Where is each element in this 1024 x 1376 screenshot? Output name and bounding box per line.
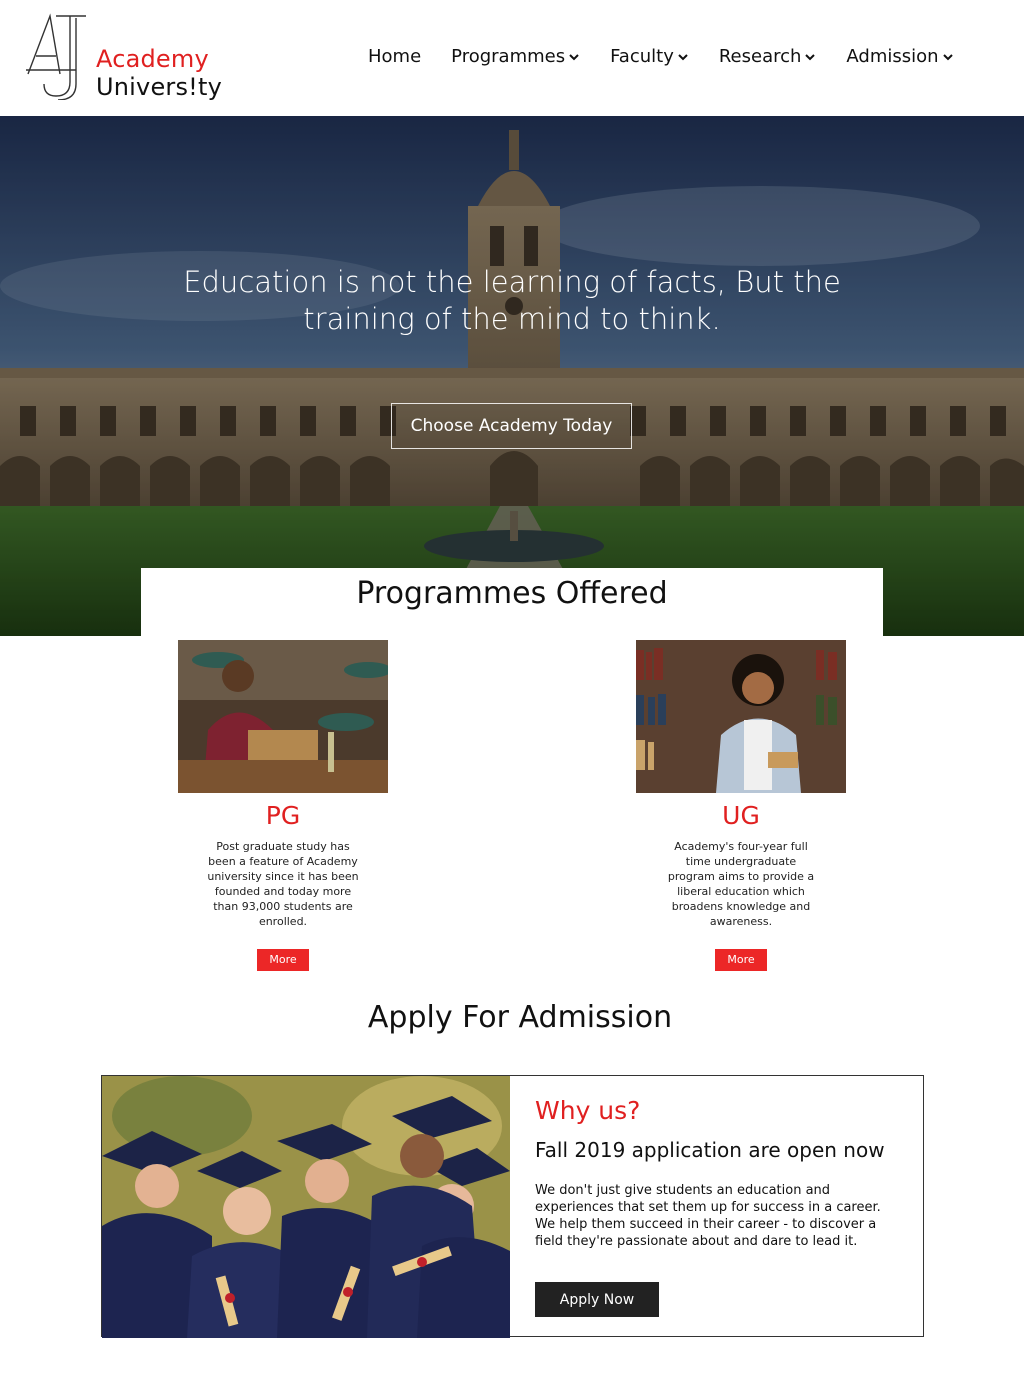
apply-now-button[interactable]: Apply Now <box>535 1282 659 1317</box>
nav-research[interactable]: Research <box>719 46 817 67</box>
chevron-down-icon <box>942 53 953 60</box>
nav-home[interactable]: Home <box>368 46 421 67</box>
nav-admission-label: Admission <box>846 46 939 67</box>
programme-card-ug: UG Academy's four-year full time undergr… <box>636 640 846 971</box>
nav-research-label: Research <box>718 46 802 67</box>
logo-mark-icon <box>26 13 86 100</box>
nav-home-label: Home <box>368 46 422 67</box>
brand-name-line2: Univers!ty <box>96 73 223 101</box>
programme-card-pg: PG Post graduate study has been a featur… <box>178 640 388 971</box>
ug-more-button[interactable]: More <box>715 949 767 971</box>
why-us-description: We don't just give students an education… <box>535 1183 881 1249</box>
programme-name-ug: UG <box>722 801 760 830</box>
nav-faculty-label: Faculty <box>610 46 674 67</box>
pg-more-button[interactable]: More <box>257 949 309 971</box>
logo[interactable]: Academy Univers!ty <box>26 12 226 102</box>
hero-tagline-line2: training of the mind to think. <box>303 302 721 336</box>
why-us-heading: Why us? <box>535 1096 641 1125</box>
hero-tagline-line1: Education is not the learning of facts, … <box>183 265 841 299</box>
chevron-down-icon <box>678 53 688 60</box>
nav-admission[interactable]: Admission <box>846 46 953 67</box>
site-header: Academy Univers!ty Home Programmes Facul… <box>0 0 1024 116</box>
programme-name-pg: PG <box>265 801 301 830</box>
graduates-image <box>102 1076 510 1338</box>
nav-programmes-label: Programmes <box>451 46 566 67</box>
choose-academy-button[interactable]: Choose Academy Today <box>391 403 632 449</box>
nav-faculty[interactable]: Faculty <box>610 46 689 67</box>
nav-programmes[interactable]: Programmes <box>451 46 580 67</box>
programmes-title: Programmes Offered <box>356 576 668 611</box>
apply-panel: Why us? Fall 2019 application are open n… <box>101 1075 924 1338</box>
ug-student-image <box>636 640 846 793</box>
programme-desc-pg: Post graduate study has been a feature o… <box>207 840 359 928</box>
chevron-down-icon <box>569 53 579 60</box>
hero-campus-image <box>0 116 1024 636</box>
main-nav: Home Programmes Faculty Research Admissi… <box>368 46 984 67</box>
application-open-text: Fall 2019 application are open now <box>535 1138 885 1162</box>
hero-tagline: Education is not the learning of facts, … <box>0 264 1024 338</box>
chevron-down-icon <box>805 53 816 60</box>
brand-name-line1: Academy <box>96 45 209 73</box>
apply-section-title: Apply For Admission <box>367 1000 673 1035</box>
programmes-header-panel: Programmes Offered <box>141 568 883 636</box>
programme-desc-ug: Academy's four-year full time undergradu… <box>667 840 815 928</box>
pg-student-image <box>178 640 388 793</box>
hero-banner: Education is not the learning of facts, … <box>0 116 1024 636</box>
